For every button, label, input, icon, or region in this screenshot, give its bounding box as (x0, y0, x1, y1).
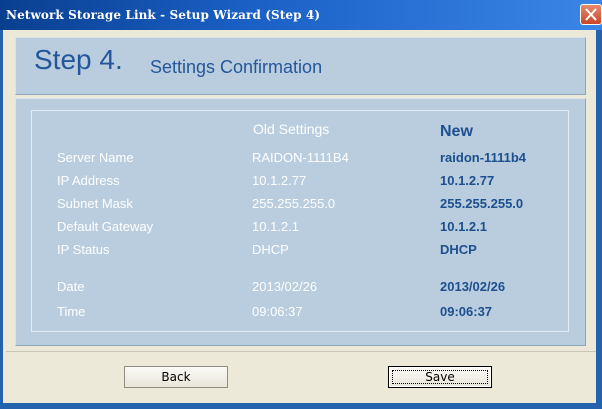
row-old-time: 09:06:37 (252, 304, 303, 319)
row-old-ip-address: 10.1.2.77 (252, 173, 307, 188)
row-label-date: Date (57, 279, 85, 294)
new-settings-header: New (440, 123, 473, 140)
row-new-ip-address: 10.1.2.77 (440, 173, 495, 188)
step-title: Settings Confirmation (150, 57, 323, 77)
row-old-default-gateway: 10.1.2.1 (252, 219, 299, 234)
row-new-time: 09:06:37 (440, 304, 493, 319)
focus-outline (392, 370, 488, 384)
row-new-date: 2013/02/26 (440, 279, 506, 294)
row-label-ip-address: IP Address (57, 173, 120, 188)
settings-table: Old Settings New Server Name RAIDON-1111… (31, 110, 569, 332)
close-icon (585, 8, 597, 21)
row-label-default-gateway: Default Gateway (57, 219, 154, 234)
back-button[interactable]: Back (124, 366, 228, 388)
save-button[interactable]: Save (388, 366, 492, 388)
row-old-server-name: RAIDON-1111B4 (252, 150, 349, 165)
row-old-subnet-mask: 255.255.255.0 (252, 196, 336, 211)
row-new-subnet-mask: 255.255.255.0 (440, 196, 524, 211)
window-title: Network Storage Link - Setup Wizard (Ste… (6, 8, 321, 22)
row-new-default-gateway: 10.1.2.1 (440, 219, 487, 234)
step-number: Step 4. (34, 44, 123, 75)
row-old-ip-status: DHCP (252, 242, 289, 257)
back-button-label: Back (161, 370, 191, 384)
row-new-server-name: raidon-1111b4 (440, 150, 526, 165)
row-old-date: 2013/02/26 (252, 279, 318, 294)
close-button[interactable] (580, 4, 602, 25)
row-label-server-name: Server Name (57, 150, 134, 165)
row-label-time: Time (57, 304, 86, 319)
row-label-subnet-mask: Subnet Mask (57, 196, 133, 211)
button-bar: Back Save (6, 351, 596, 402)
client-area: Step 4. Settings Confirmation Old Settin… (3, 30, 596, 403)
row-label-ip-status: IP Status (57, 242, 110, 257)
row-new-ip-status: DHCP (440, 242, 477, 257)
step-header: Step 4. Settings Confirmation (15, 37, 586, 95)
old-settings-header: Old Settings (253, 121, 330, 137)
settings-panel: Old Settings New Server Name RAIDON-1111… (15, 98, 586, 346)
wizard-window: Network Storage Link - Setup Wizard (Ste… (0, 0, 602, 409)
title-bar[interactable]: Network Storage Link - Setup Wizard (Ste… (0, 0, 602, 30)
